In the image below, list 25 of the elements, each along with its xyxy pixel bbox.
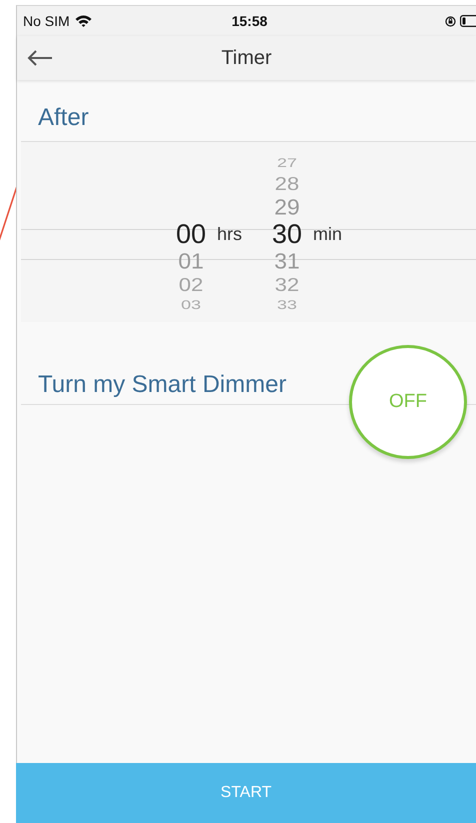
- start-button[interactable]: START: [16, 763, 476, 823]
- action-label: Turn my Smart Dimmer: [38, 371, 286, 399]
- picker-value[interactable]: 32: [267, 275, 307, 294]
- wifi-icon: [74, 15, 92, 27]
- picker-value[interactable]: 31: [267, 250, 307, 272]
- picker-value[interactable]: 30: [267, 220, 307, 248]
- picker-value[interactable]: 03: [171, 298, 211, 312]
- back-arrow-icon[interactable]: [27, 50, 53, 66]
- status-time: 15:58: [232, 13, 268, 29]
- picker-value[interactable]: 00: [171, 220, 211, 248]
- screen-title: Timer: [221, 46, 272, 70]
- picker-value[interactable]: 01: [171, 250, 211, 272]
- carrier-text: No SIM: [23, 13, 70, 29]
- picker-value[interactable]: 28: [267, 174, 307, 193]
- picker-value[interactable]: 29: [267, 196, 307, 218]
- time-picker[interactable]: 00 hrs 01 02 03 27 28 29 30 min 31 32 33: [21, 142, 476, 322]
- rotation-lock-icon: [445, 16, 456, 26]
- section-label: After: [38, 104, 89, 132]
- picker-value[interactable]: 02: [171, 275, 211, 294]
- off-toggle-button[interactable]: OFF: [349, 345, 467, 459]
- unit-label: min: [312, 224, 344, 244]
- battery-icon: [460, 15, 476, 27]
- picker-value[interactable]: 27: [267, 156, 307, 170]
- picker-value[interactable]: 33: [267, 298, 307, 312]
- unit-label: hrs: [216, 224, 244, 244]
